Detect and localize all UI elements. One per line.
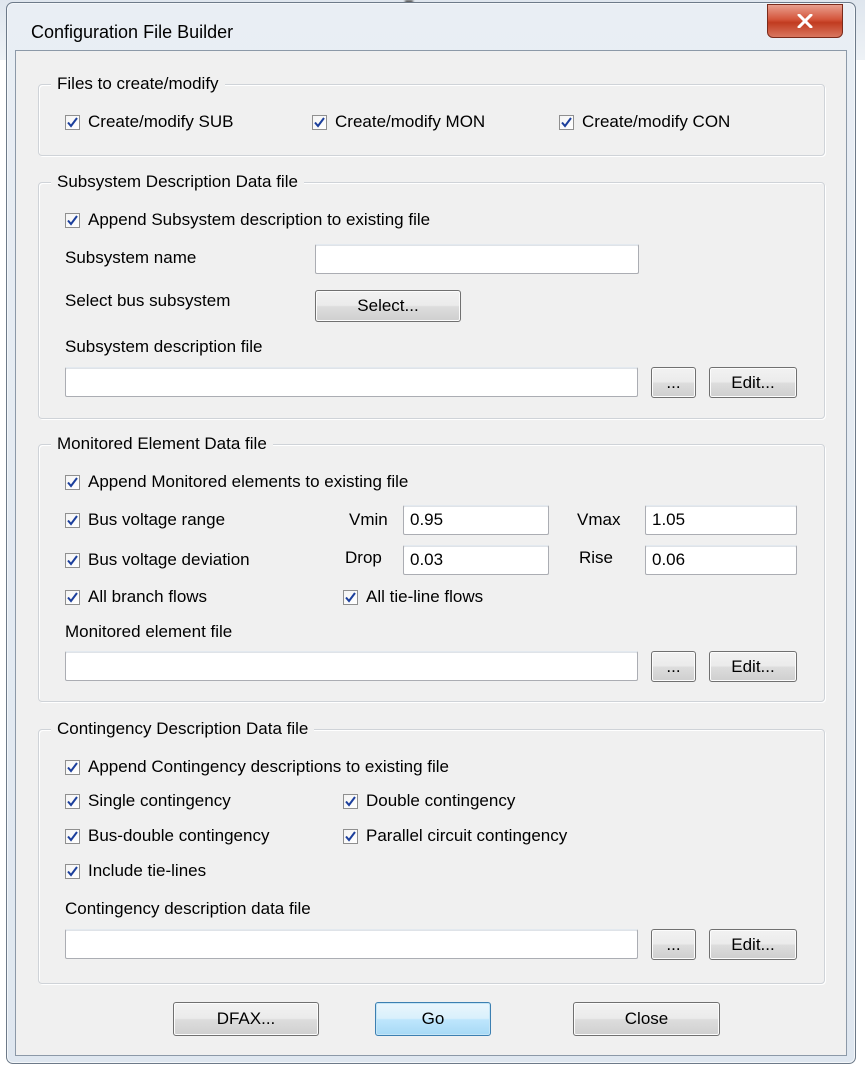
contingency-file-field[interactable]	[65, 929, 638, 959]
checkbox-label: Double contingency	[366, 791, 516, 810]
monitored-browse-button[interactable]: ...	[651, 651, 696, 682]
subsystem-file-field[interactable]	[65, 367, 638, 397]
all-tie-line-flows-checkbox[interactable]: All tie-line flows	[343, 586, 483, 608]
monitored-file-label: Monitored element file	[65, 622, 233, 641]
append-contingency-checkbox[interactable]: Append Contingency descriptions to exist…	[65, 756, 449, 778]
create-mon-checkbox[interactable]: Create/modify MON	[312, 111, 485, 133]
close-window-button[interactable]	[767, 4, 843, 38]
checkbox-label: Bus voltage deviation	[88, 550, 250, 569]
checkbox-icon	[65, 474, 80, 490]
checkbox-icon	[65, 552, 80, 568]
checkbox-label: Append Subsystem description to existing…	[88, 210, 431, 229]
append-subsystem-checkbox[interactable]: Append Subsystem description to existing…	[65, 209, 430, 231]
checkbox-label: Bus-double contingency	[88, 826, 270, 845]
group-legend: Subsystem Description Data file	[51, 171, 304, 193]
dfax-button[interactable]: DFAX...	[173, 1002, 319, 1036]
bus-double-contingency-checkbox[interactable]: Bus-double contingency	[65, 825, 269, 847]
checkbox-icon	[65, 759, 80, 775]
checkbox-icon	[65, 828, 80, 844]
checkbox-icon	[65, 114, 80, 130]
vmax-label: Vmax	[577, 510, 621, 529]
drop-field[interactable]: 0.03	[403, 545, 549, 575]
subsystem-name-label: Subsystem name	[65, 248, 197, 267]
rise-label: Rise	[579, 548, 614, 567]
parallel-circuit-contingency-checkbox[interactable]: Parallel circuit contingency	[343, 825, 567, 847]
window-title: Configuration File Builder	[31, 22, 234, 42]
checkbox-icon	[65, 589, 80, 605]
checkbox-label: Create/modify MON	[335, 112, 486, 131]
contingency-group: Contingency Description Data file Append…	[38, 718, 825, 984]
subsystem-file-label: Subsystem description file	[65, 337, 263, 356]
create-sub-checkbox[interactable]: Create/modify SUB	[65, 111, 234, 133]
create-con-checkbox[interactable]: Create/modify CON	[559, 111, 730, 133]
contingency-edit-button[interactable]: Edit...	[709, 929, 797, 960]
go-button[interactable]: Go	[375, 1002, 491, 1036]
checkbox-label: Single contingency	[88, 791, 231, 810]
include-tie-lines-checkbox[interactable]: Include tie-lines	[65, 860, 206, 882]
checkbox-icon	[343, 589, 358, 605]
close-icon	[797, 14, 813, 28]
checkbox-label: Append Contingency descriptions to exist…	[88, 757, 449, 776]
checkbox-label: All branch flows	[88, 587, 208, 606]
monitored-edit-button[interactable]: Edit...	[709, 651, 797, 682]
dialog-window: Configuration File Builder Files to crea…	[6, 2, 856, 1064]
rise-field[interactable]: 0.06	[645, 545, 797, 575]
subsystem-browse-button[interactable]: ...	[651, 367, 696, 398]
checkbox-icon	[65, 863, 80, 879]
bus-voltage-range-checkbox[interactable]: Bus voltage range	[65, 509, 225, 531]
close-button[interactable]: Close	[573, 1002, 720, 1036]
checkbox-label: Create/modify CON	[582, 112, 731, 131]
subsystem-group: Subsystem Description Data file Append S…	[38, 171, 825, 419]
checkbox-icon	[65, 512, 80, 528]
subsystem-edit-button[interactable]: Edit...	[709, 367, 797, 398]
monitored-group: Monitored Element Data file Append Monit…	[38, 433, 825, 702]
dialog-client-area: Files to create/modify Create/modify SUB…	[15, 50, 847, 1056]
files-group: Files to create/modify Create/modify SUB…	[38, 73, 825, 156]
bus-voltage-deviation-checkbox[interactable]: Bus voltage deviation	[65, 549, 250, 571]
vmax-field[interactable]: 1.05	[645, 505, 797, 535]
select-subsystem-button[interactable]: Select...	[315, 290, 461, 322]
double-contingency-checkbox[interactable]: Double contingency	[343, 790, 515, 812]
vmin-field[interactable]: 0.95	[403, 505, 549, 535]
append-monitored-checkbox[interactable]: Append Monitored elements to existing fi…	[65, 471, 408, 493]
monitored-file-field[interactable]	[65, 651, 638, 681]
subsystem-name-field[interactable]	[315, 244, 639, 274]
contingency-file-label: Contingency description data file	[65, 899, 311, 918]
single-contingency-checkbox[interactable]: Single contingency	[65, 790, 231, 812]
group-legend: Files to create/modify	[51, 73, 225, 95]
all-branch-flows-checkbox[interactable]: All branch flows	[65, 586, 207, 608]
checkbox-label: Bus voltage range	[88, 510, 226, 529]
checkbox-label: Create/modify SUB	[88, 112, 234, 131]
checkbox-icon	[65, 793, 80, 809]
group-legend: Contingency Description Data file	[51, 718, 315, 740]
contingency-browse-button[interactable]: ...	[651, 929, 696, 960]
select-bus-subsystem-label: Select bus subsystem	[65, 291, 231, 310]
checkbox-icon	[65, 212, 80, 228]
checkbox-label: Parallel circuit contingency	[366, 826, 568, 845]
vmin-label: Vmin	[349, 510, 388, 529]
drop-label: Drop	[345, 548, 382, 567]
checkbox-label: All tie-line flows	[366, 587, 484, 606]
checkbox-icon	[343, 793, 358, 809]
title-bar[interactable]: Configuration File Builder	[7, 3, 855, 51]
checkbox-icon	[343, 828, 358, 844]
checkbox-icon	[312, 114, 327, 130]
group-legend: Monitored Element Data file	[51, 433, 273, 455]
checkbox-label: Include tie-lines	[88, 861, 207, 880]
checkbox-label: Append Monitored elements to existing fi…	[88, 472, 409, 491]
checkbox-icon	[559, 114, 574, 130]
